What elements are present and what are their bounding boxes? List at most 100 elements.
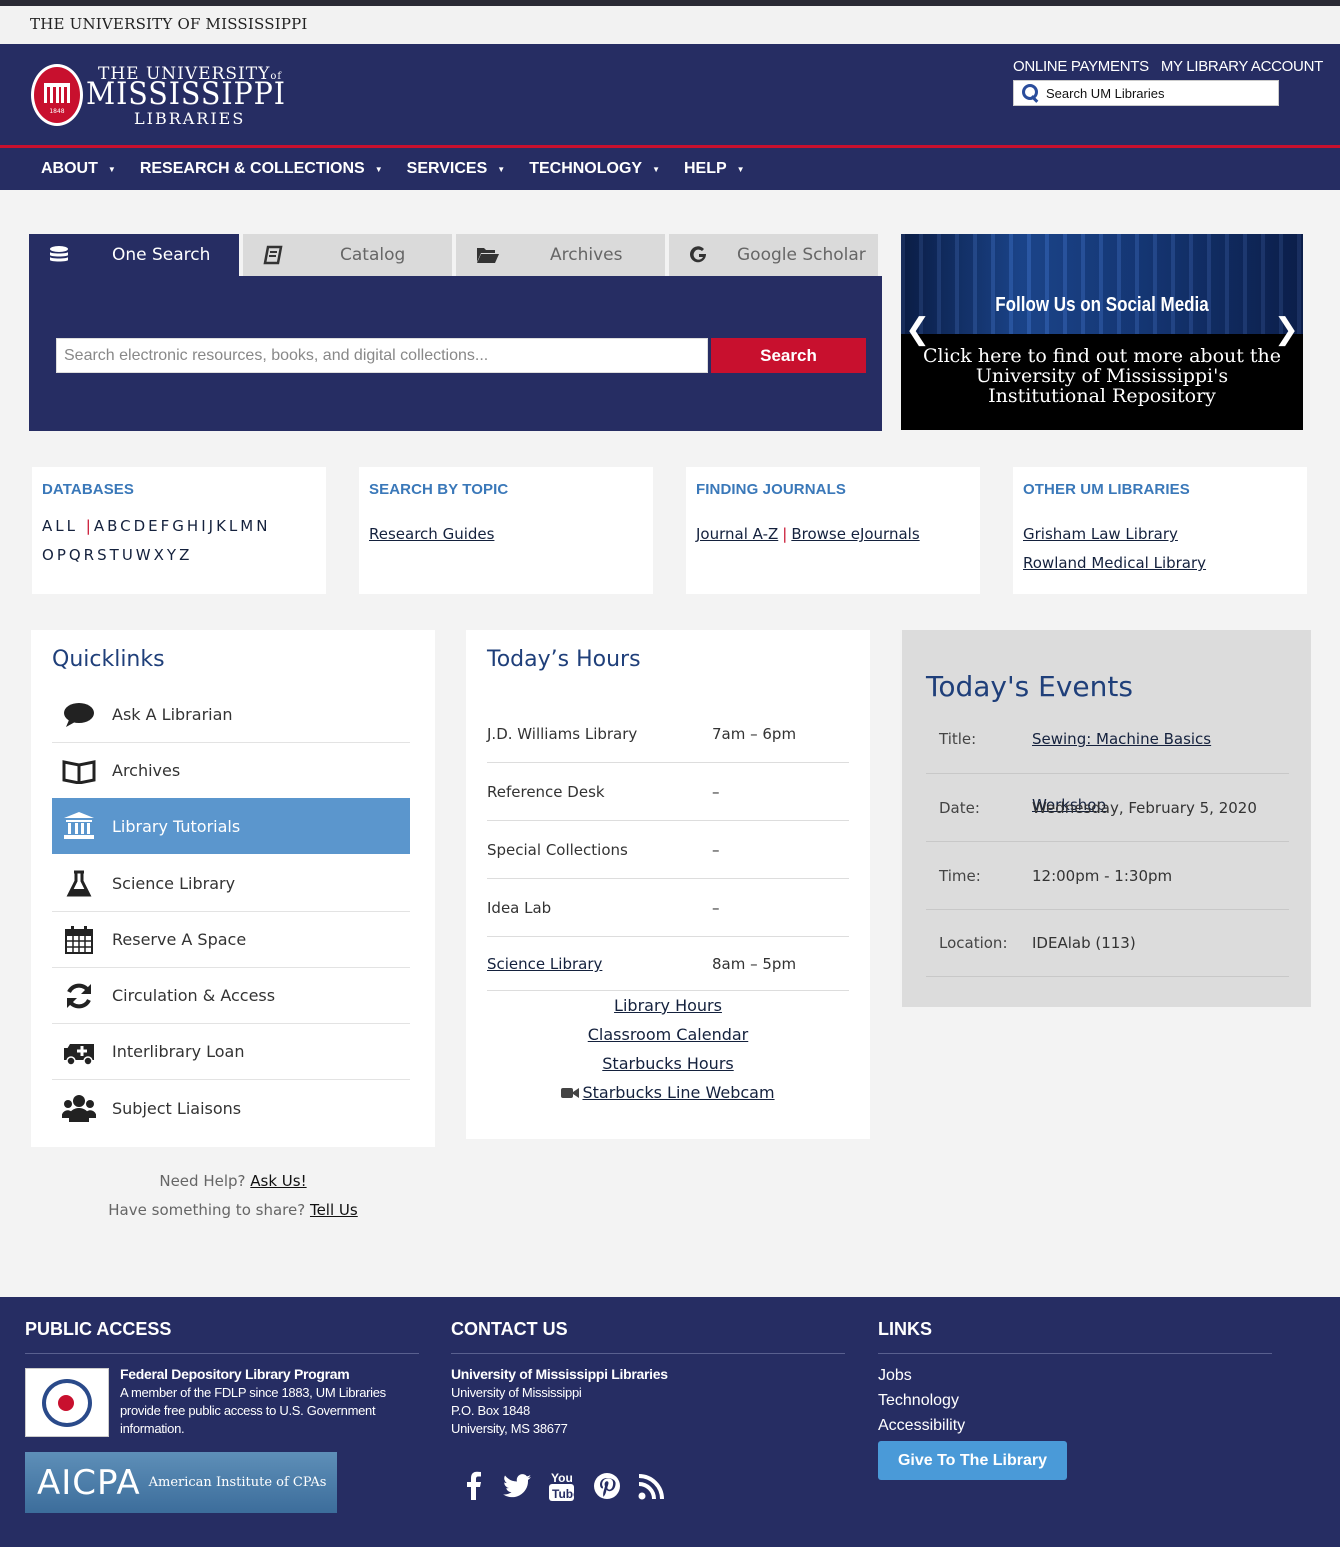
other-libraries-box: OTHER UM LIBRARIES Grisham Law Library R… xyxy=(1013,467,1307,594)
youtube-icon[interactable]: You Tube xyxy=(548,1470,576,1502)
speech-bubble-icon xyxy=(62,701,96,729)
quicklink-circulation-access[interactable]: Circulation & Access xyxy=(52,968,410,1024)
tab-archives[interactable]: Archives xyxy=(456,234,665,276)
quicklink-subject-liaisons[interactable]: Subject Liaisons xyxy=(52,1080,410,1136)
tab-one-search[interactable]: One Search xyxy=(29,234,239,276)
grisham-law-library-link[interactable]: Grisham Law Library xyxy=(1023,525,1178,543)
jobs-link[interactable]: Jobs xyxy=(878,1367,912,1385)
give-to-library-button[interactable]: Give To The Library xyxy=(878,1441,1067,1480)
letter-link[interactable]: M xyxy=(240,517,256,535)
ask-us-link[interactable]: Ask Us! xyxy=(250,1172,306,1190)
letter-link[interactable]: C xyxy=(120,517,133,535)
browse-ejournals-link[interactable]: Browse eJournals xyxy=(791,525,919,543)
pinterest-icon[interactable] xyxy=(593,1472,621,1500)
letter-link[interactable]: U xyxy=(122,546,136,564)
letter-link[interactable]: E xyxy=(148,517,160,535)
letter-link[interactable]: T xyxy=(110,546,122,564)
letter-all[interactable]: ALL xyxy=(42,517,78,535)
letter-link[interactable]: W xyxy=(136,546,154,564)
research-guides-link[interactable]: Research Guides xyxy=(369,525,494,543)
letter-link[interactable]: R xyxy=(84,546,97,564)
search-input[interactable] xyxy=(56,338,708,373)
quicklink-interlibrary-loan[interactable]: Interlibrary Loan xyxy=(52,1024,410,1080)
journal-links: Journal A-Z | Browse eJournals xyxy=(696,520,970,549)
letter-link[interactable]: Q xyxy=(69,546,84,564)
tab-google-scholar[interactable]: Google Scholar xyxy=(669,234,878,276)
accessibility-link[interactable]: Accessibility xyxy=(878,1417,965,1435)
quicklink-reserve-a-space[interactable]: Reserve A Space xyxy=(52,912,410,968)
letter-link[interactable]: L xyxy=(229,517,240,535)
letter-link[interactable]: I xyxy=(201,517,208,535)
finding-journals-box: FINDING JOURNALS Journal A-Z | Browse eJou… xyxy=(686,467,980,594)
carousel-message: Click here to find out more about the Un… xyxy=(901,346,1303,406)
header-search-input[interactable] xyxy=(1046,85,1266,101)
finding-journals-title: FINDING JOURNALS xyxy=(696,481,846,498)
letter-link[interactable]: F xyxy=(161,517,173,535)
chevron-left-icon[interactable]: ❮ xyxy=(905,312,930,347)
tell-us-link[interactable]: Tell Us xyxy=(310,1201,358,1219)
tab-catalog[interactable]: Catalog xyxy=(243,234,452,276)
location-name: Reference Desk xyxy=(487,783,605,801)
logo-libraries[interactable]: LIBRARIES xyxy=(134,109,245,128)
journal-az-link[interactable]: Journal A-Z xyxy=(696,525,778,543)
starbucks-hours-link[interactable]: Starbucks Hours xyxy=(602,1054,733,1073)
fdlp-title: Federal Depository Library Program xyxy=(120,1366,350,1382)
classroom-calendar-link[interactable]: Classroom Calendar xyxy=(588,1025,749,1044)
nav-technology[interactable]: TECHNOLOGY ▼ xyxy=(529,160,660,178)
header-search xyxy=(1013,80,1279,106)
rss-icon[interactable] xyxy=(638,1474,664,1500)
university-seal-icon[interactable]: 1848 xyxy=(31,64,83,126)
facebook-icon[interactable] xyxy=(462,1470,484,1500)
university-strip: THE UNIVERSITY OF MISSISSIPPI xyxy=(0,6,1340,44)
letter-link[interactable]: A xyxy=(94,517,107,535)
letter-link[interactable]: P xyxy=(57,546,69,564)
nav-research-collections[interactable]: RESEARCH & COLLECTIONS ▼ xyxy=(140,160,383,178)
help-text: Need Help? xyxy=(159,1172,246,1190)
letter-link[interactable]: S xyxy=(97,546,110,564)
technology-link[interactable]: Technology xyxy=(878,1392,959,1410)
contact-name: University of Mississippi Libraries xyxy=(451,1366,668,1382)
quicklink-science-library[interactable]: Science Library xyxy=(52,856,410,912)
event-row: Date: Wednesday, February 5, 2020 xyxy=(926,774,1289,842)
quicklink-archives[interactable]: Archives xyxy=(52,743,410,799)
search-icon[interactable] xyxy=(1020,83,1040,103)
quicklink-ask-a-librarian[interactable]: Ask A Librarian xyxy=(52,687,410,743)
letter-link[interactable]: H xyxy=(187,517,201,535)
twitter-icon[interactable] xyxy=(503,1474,531,1498)
letter-link[interactable]: J xyxy=(209,517,216,535)
address-line: P.O. Box 1848 xyxy=(451,1403,530,1418)
logo-mississippi[interactable]: MISSISSIPPI xyxy=(86,76,286,112)
letter-link[interactable]: N xyxy=(256,517,270,535)
fdlp-seal-icon[interactable] xyxy=(25,1368,109,1437)
letter-link[interactable]: O xyxy=(42,546,57,564)
nav-about[interactable]: ABOUT ▼ xyxy=(41,160,116,178)
nav-label: TECHNOLOGY xyxy=(529,160,643,177)
rowland-medical-library-link[interactable]: Rowland Medical Library xyxy=(1023,554,1206,572)
location-name: J.D. Williams Library xyxy=(487,725,638,743)
promo-carousel[interactable]: Follow Us on Social Media Click here to … xyxy=(901,234,1303,430)
fdlp-text: provide free public access to U.S. Gover… xyxy=(120,1403,376,1418)
online-payments-link[interactable]: ONLINE PAYMENTS xyxy=(1013,58,1149,75)
letter-link[interactable]: K xyxy=(216,517,229,535)
letter-link[interactable]: D xyxy=(134,517,149,535)
letter-link[interactable]: G xyxy=(172,517,187,535)
carousel-line: University of Mississippi's xyxy=(975,365,1229,387)
science-library-link[interactable]: Science Library xyxy=(487,937,602,991)
event-value: Wednesday, February 5, 2020 xyxy=(1032,799,1257,817)
search-button[interactable]: Search xyxy=(711,338,866,373)
nav-help[interactable]: HELP ▼ xyxy=(684,160,745,178)
nav-label: ABOUT xyxy=(41,160,98,177)
letter-link[interactable]: Z xyxy=(179,546,192,564)
my-library-account-link[interactable]: MY LIBRARY ACCOUNT xyxy=(1161,58,1323,75)
library-hours-link[interactable]: Library Hours xyxy=(614,996,722,1015)
databases-alphabet: ALL |ABCDEFGHIJKLMN OPQRSTUWXYZ xyxy=(42,512,316,570)
letter-link[interactable]: Y xyxy=(167,546,179,564)
starbucks-webcam-link[interactable]: Starbucks Line Webcam xyxy=(582,1083,774,1102)
nav-services[interactable]: SERVICES ▼ xyxy=(407,160,506,178)
letter-link[interactable]: X xyxy=(154,546,167,564)
university-name[interactable]: THE UNIVERSITY OF MISSISSIPPI xyxy=(30,15,308,33)
letter-link[interactable]: B xyxy=(107,517,120,535)
quicklink-library-tutorials[interactable]: Library Tutorials xyxy=(52,798,410,854)
chevron-right-icon[interactable]: ❯ xyxy=(1274,312,1299,347)
aicpa-logo[interactable]: AICPA American Institute of CPAs xyxy=(25,1452,337,1513)
